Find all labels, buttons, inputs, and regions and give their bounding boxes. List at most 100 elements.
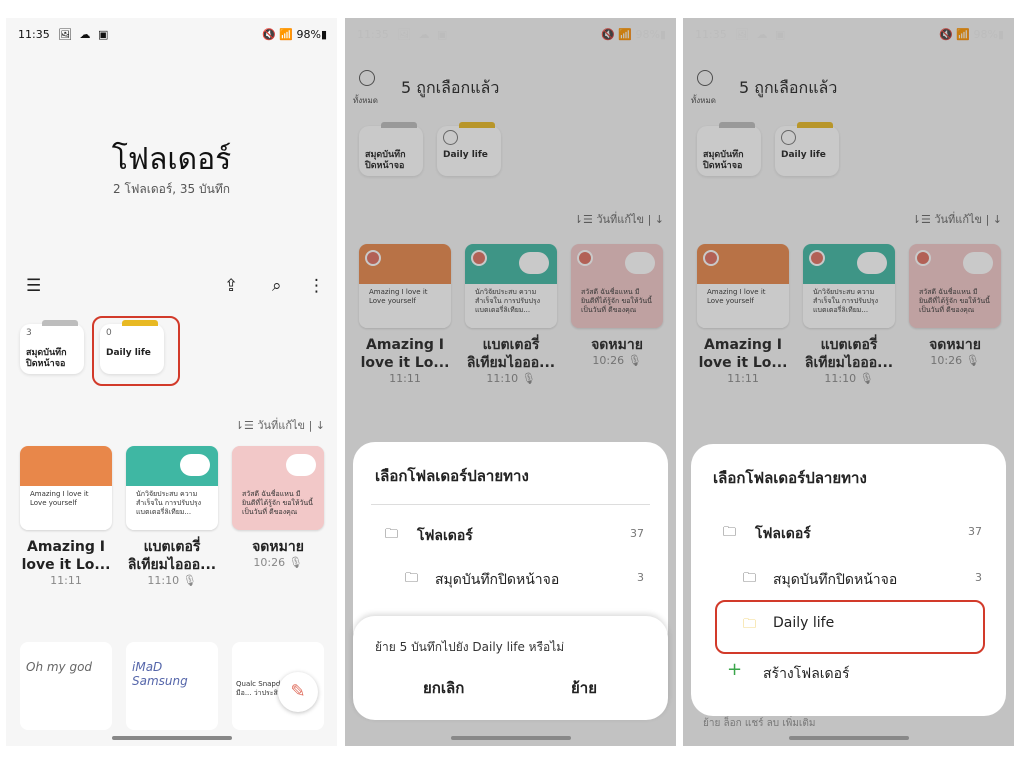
folder-row-root[interactable]: 🗀 โฟลเดอร์ 37 <box>363 516 658 552</box>
folder-label: สมุดบันทึก ปิดหน้าจอ <box>703 150 744 171</box>
folder-icon: 🗀 <box>723 525 737 540</box>
sheet-title: เลือกโฟลเดอร์ปลายทาง <box>713 469 867 487</box>
docs-icon <box>625 252 655 274</box>
select-all-checkbox[interactable] <box>359 70 375 86</box>
note-time: 11:10 🎙 <box>824 372 874 385</box>
note-card[interactable]: Amazing I love it Love yourself Amazing … <box>697 244 789 385</box>
note-preview: สวัสดี ฉันชื่อแหน มี ยินดีที่ได้รู้จัก ข… <box>577 284 657 328</box>
sort-bar[interactable]: ⇂☰ วันที่แก้ไข | ↓ <box>235 416 325 434</box>
row-label: สร้างโฟลเดอร์ <box>763 666 850 682</box>
note-preview: นักวิจัยประสบ ความสำเร็จใน การปรับปรุง แ… <box>809 284 889 328</box>
note-time: 11:11 <box>50 574 82 587</box>
note-preview: สวัสดี ฉันชื่อแหน มี ยินดีที่ได้รู้จัก ข… <box>238 486 318 530</box>
row-label: สมุดบันทึกปิดหน้าจอ <box>435 572 560 588</box>
note-title: จดหมาย <box>591 337 643 353</box>
lock-icon <box>180 454 210 476</box>
selected-check-icon <box>915 250 931 266</box>
note-card[interactable]: สวัสดี ฉันชื่อแหน มี ยินดีที่ได้รู้จัก ข… <box>909 244 1001 367</box>
row-count: 3 <box>637 571 644 584</box>
selected-check-icon <box>703 250 719 266</box>
folder-screen-off-memo[interactable]: สมุดบันทึก ปิดหน้าจอ <box>359 122 423 176</box>
note-card[interactable]: นักวิจัยประสบ ความสำเร็จใน การปรับปรุง แ… <box>465 244 557 385</box>
note-title: จดหมาย <box>929 337 981 353</box>
status-time: 11:35 <box>357 28 389 41</box>
note-title: แบตเตอรี่ ลิเทียมไอออ... <box>466 337 556 371</box>
nav-handle <box>111 736 232 740</box>
note-title: Amazing I love it Lo... <box>360 337 450 371</box>
status-icons: 🖼 ☁ ▣ <box>58 28 111 41</box>
sketch-note[interactable]: Oh my god <box>20 642 112 730</box>
sort-bar[interactable]: ⇂☰ วันที่แก้ไข | ↓ <box>574 210 664 228</box>
panel-folder-picker: 11:35 🖼 ☁ ▣ 🔇 📶 98%▮ ทั้งหมด 5 ถูกเลือกแ… <box>683 18 1014 746</box>
highlight-daily-life-row <box>715 600 985 654</box>
menu-icon[interactable]: ☰ <box>26 276 41 296</box>
folder-label: สมุดบันทึก ปิดหน้าจอ <box>26 348 67 369</box>
nav-handle <box>788 736 909 740</box>
row-label: โฟลเดอร์ <box>417 528 473 544</box>
note-card[interactable]: สวัสดี ฉันชื่อแหน มี ยินดีที่ได้รู้จัก ข… <box>232 446 324 569</box>
selected-check-icon <box>365 250 381 266</box>
select-all-checkbox[interactable] <box>697 70 713 86</box>
search-icon[interactable]: ⌕ <box>272 276 282 296</box>
note-preview: Amazing I love it Love yourself <box>703 284 783 328</box>
folder-screen-off-memo[interactable]: 3 สมุดบันทึก ปิดหน้าจอ <box>20 320 84 374</box>
status-bar: 11:35 🖼 ☁ ▣ 🔇 📶 98%▮ <box>18 28 327 44</box>
panel-move-confirm: 11:35 🖼 ☁ ▣ 🔇 📶 98%▮ ทั้งหมด 5 ถูกเลือกแ… <box>345 18 676 746</box>
row-label: โฟลเดอร์ <box>755 526 811 542</box>
cancel-button[interactable]: ยกเลิก <box>423 676 464 700</box>
folder-label: Daily life <box>443 150 488 160</box>
move-button[interactable]: ย้าย <box>571 676 597 700</box>
confirm-message: ย้าย 5 บันทึกไปยัง Daily life หรือไม่ <box>375 640 565 654</box>
folder-label: Daily life <box>781 150 826 160</box>
note-time: 11:10 🎙 <box>147 574 197 587</box>
highlight-daily-life-folder <box>92 316 180 386</box>
folder-row-screen-off[interactable]: 🗀 สมุดบันทึกปิดหน้าจอ 3 <box>363 560 658 596</box>
page-title: โฟลเดอร์ <box>111 142 232 177</box>
row-label: สมุดบันทึกปิดหน้าจอ <box>773 572 898 588</box>
nav-handle <box>450 736 571 740</box>
bottom-action-bar: ย้าย ล็อก แชร์ ลบ เพิ่มเติม <box>703 718 816 729</box>
folder-icon: 🗀 <box>405 571 419 586</box>
move-confirm-dialog: ย้าย 5 บันทึกไปยัง Daily life หรือไม่ ยก… <box>353 616 668 720</box>
row-count: 37 <box>630 527 644 540</box>
folder-row-screen-off[interactable]: 🗀 สมุดบันทึกปิดหน้าจอ 3 <box>701 560 996 596</box>
folder-row-root[interactable]: 🗀 โฟลเดอร์ 37 <box>701 514 996 550</box>
note-preview: นักวิจัยประสบ ความสำเร็จใน การปรับปรุง แ… <box>471 284 551 328</box>
status-right: 🔇 📶 98%▮ <box>601 28 666 41</box>
status-icons: 🖼 ☁ ▣ <box>735 28 788 41</box>
note-preview: Amazing I love it Love yourself <box>26 486 106 530</box>
folder-screen-off-memo[interactable]: สมุดบันทึก ปิดหน้าจอ <box>697 122 761 176</box>
select-all-label: ทั้งหมด <box>353 96 378 105</box>
status-time: 11:35 <box>18 28 50 41</box>
plus-icon: + <box>727 659 743 680</box>
import-pdf-icon[interactable]: ⇪ <box>224 276 238 296</box>
row-count: 37 <box>968 525 982 538</box>
folder-icon: 🗀 <box>385 527 399 542</box>
note-card[interactable]: Amazing I love it Love yourself Amazing … <box>359 244 451 385</box>
status-icons: 🖼 ☁ ▣ <box>397 28 450 41</box>
note-title: จดหมาย <box>252 539 304 555</box>
status-bar: 11:35 🖼 ☁ ▣ 🔇 📶 98%▮ <box>695 28 1004 44</box>
sort-bar[interactable]: ⇂☰ วันที่แก้ไข | ↓ <box>912 210 1002 228</box>
note-title: Amazing I love it Lo... <box>698 337 788 371</box>
note-card[interactable]: นักวิจัยประสบ ความสำเร็จใน การปรับปรุง แ… <box>803 244 895 385</box>
folder-daily-life[interactable]: Daily life <box>775 122 839 176</box>
note-card[interactable]: Amazing I love it Love yourself Amazing … <box>20 446 112 587</box>
sketch-note[interactable]: iMaD Samsung <box>126 642 218 730</box>
docs-icon <box>286 454 316 476</box>
selected-check-icon <box>809 250 825 266</box>
status-right: 🔇 📶 98%▮ <box>262 28 327 41</box>
folder-label: สมุดบันทึก ปิดหน้าจอ <box>365 150 406 171</box>
note-card[interactable]: สวัสดี ฉันชื่อแหน มี ยินดีที่ได้รู้จัก ข… <box>571 244 663 367</box>
compose-button[interactable]: ✎ <box>278 672 318 712</box>
page-subtitle: 2 โฟลเดอร์, 35 บันทึก <box>113 182 230 196</box>
more-options-icon[interactable]: ⋮ <box>308 276 325 296</box>
row-count: 3 <box>975 571 982 584</box>
folder-daily-life[interactable]: Daily life <box>437 122 501 176</box>
sheet-title: เลือกโฟลเดอร์ปลายทาง <box>375 467 529 485</box>
note-card[interactable]: นักวิจัยประสบ ความสำเร็จใน การปรับปรุง แ… <box>126 446 218 587</box>
lock-icon <box>857 252 887 274</box>
note-time: 10:26 🎙 <box>592 354 642 367</box>
panel-folders-view: 11:35 🖼 ☁ ▣ 🔇 📶 98%▮ โฟลเดอร์ 2 โฟลเดอร์… <box>6 18 337 746</box>
create-folder-row[interactable]: + สร้างโฟลเดอร์ <box>701 654 996 690</box>
